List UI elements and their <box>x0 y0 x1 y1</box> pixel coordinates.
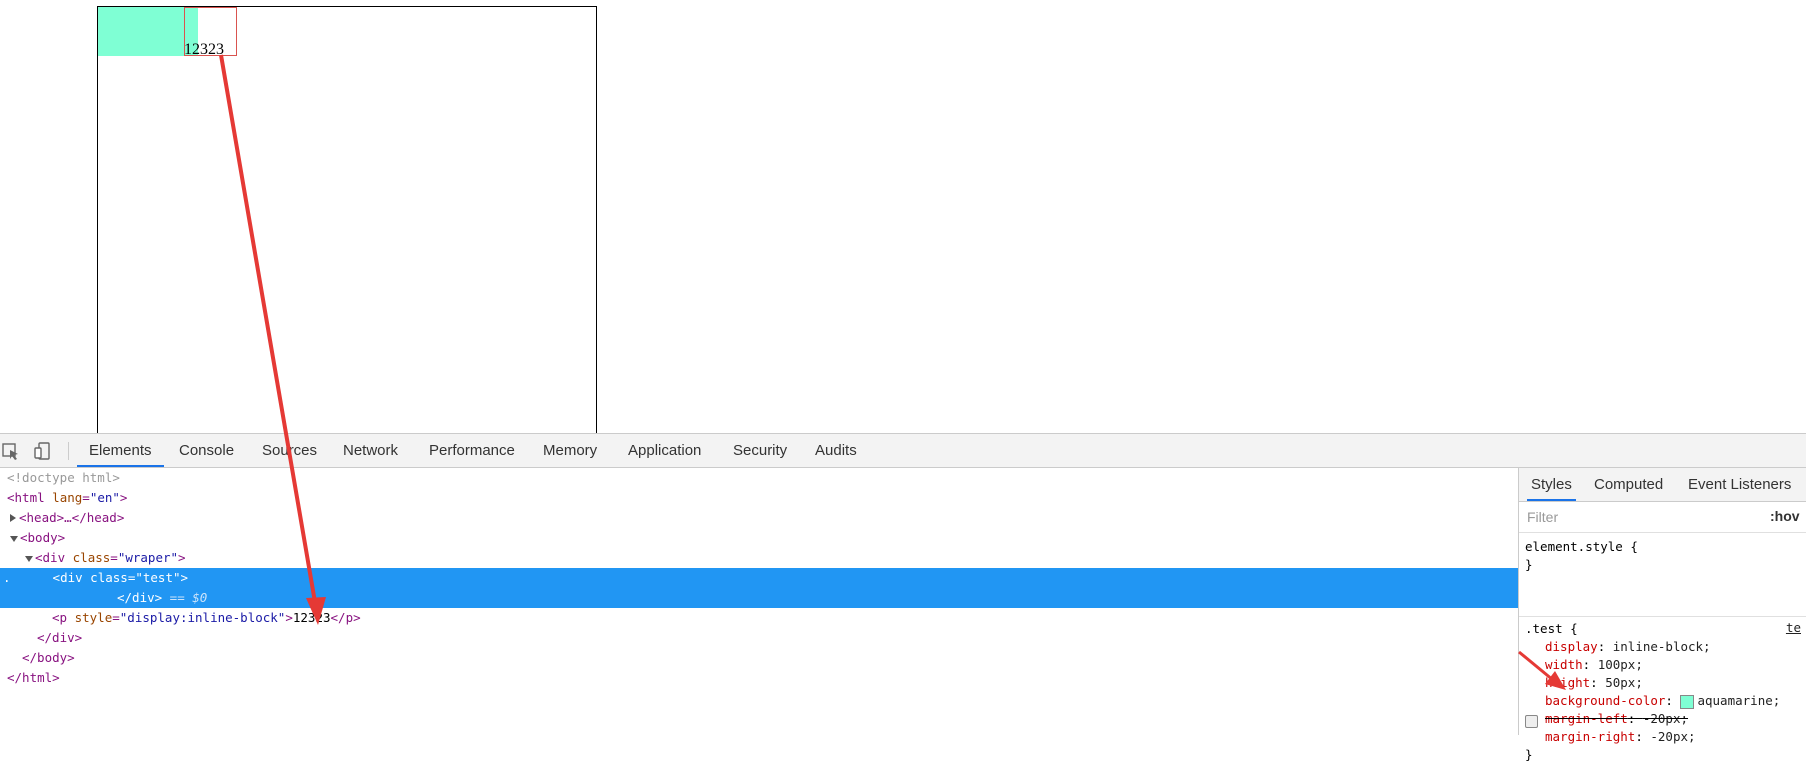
p-text: 12323 <box>184 41 224 58</box>
class-attr: class <box>72 550 111 565</box>
decl-display[interactable]: display: inline-block; <box>1545 638 1711 656</box>
tab-performance[interactable]: Performance <box>429 434 515 467</box>
collapse-triangle-icon[interactable] <box>25 556 33 562</box>
tab-event-listeners[interactable]: Event Listeners <box>1688 468 1791 501</box>
color-swatch-icon[interactable] <box>1680 694 1695 709</box>
dom-line-html-close[interactable]: </html> <box>0 668 1518 688</box>
tab-memory[interactable]: Memory <box>543 434 597 467</box>
filter-row: :hov <box>1519 502 1806 533</box>
tab-sources[interactable]: Sources <box>262 434 317 467</box>
decl-margin-left[interactable]: margin-left: -20px; <box>1545 710 1688 728</box>
expand-triangle-icon[interactable] <box>10 514 16 522</box>
styles-tabbar: Styles Computed Event Listeners <box>1519 468 1806 502</box>
body-close: </body> <box>22 650 75 665</box>
div-tag: div <box>42 550 66 565</box>
toolbar-divider <box>68 442 69 460</box>
style-attr: style <box>74 610 113 625</box>
head-collapsed: <head>…</head> <box>19 510 125 525</box>
dom-line-test-selected[interactable]: . <div class="test"> <box>0 568 1518 588</box>
element-style-selector: element.style { <box>1525 539 1638 554</box>
tab-styles[interactable]: Styles <box>1527 468 1576 501</box>
tab-network[interactable]: Network <box>343 434 398 467</box>
dollar-zero: == $0 <box>162 590 208 605</box>
test-rule-selector: .test { <box>1525 621 1578 636</box>
collapse-triangle-icon[interactable] <box>10 536 18 542</box>
decl-enable-checkbox[interactable] <box>1525 715 1538 728</box>
inspect-element-icon[interactable] <box>0 440 22 462</box>
html-tag: html <box>14 490 45 505</box>
rule-divider <box>1519 616 1806 617</box>
decl-width[interactable]: width: 100px; <box>1545 656 1643 674</box>
devtools-panel: Elements Console Sources Network Perform… <box>0 433 1806 762</box>
dom-line-body[interactable]: <body> <box>0 528 1518 548</box>
decl-background-color[interactable]: background-color: aquamarine; <box>1545 692 1780 710</box>
dom-line-doctype[interactable]: <!doctype html> <box>0 468 1518 488</box>
tab-application[interactable]: Application <box>628 434 701 467</box>
class-attr: class <box>90 570 128 585</box>
div-close: </div> <box>37 630 83 645</box>
lang-attr: lang <box>52 490 83 505</box>
lang-value: "en" <box>89 490 120 505</box>
tab-console[interactable]: Console <box>179 434 234 467</box>
html-close: </html> <box>7 670 60 685</box>
dom-line-p[interactable]: <p style="display:inline-block">12323</p… <box>0 608 1518 628</box>
dom-line-wraper-close[interactable]: </div> <box>0 628 1518 648</box>
page-viewport: 12323 <box>0 0 1806 434</box>
p-close: </p> <box>330 610 361 625</box>
p-style-value: "display:inline-block" <box>119 610 286 625</box>
tab-elements[interactable]: Elements <box>77 434 164 467</box>
hov-toggle[interactable]: :hov <box>1770 508 1800 524</box>
test-rule-close: } <box>1525 747 1533 762</box>
stylesheet-source-link[interactable]: te <box>1786 620 1801 635</box>
p-tag: p <box>59 610 68 625</box>
tab-audits[interactable]: Audits <box>815 434 857 467</box>
dom-line-html[interactable]: <html lang="en"> <box>0 488 1518 508</box>
tab-computed[interactable]: Computed <box>1594 468 1663 501</box>
dom-line-test-close[interactable]: </div> == $0 <box>0 588 1518 608</box>
body-open: <body> <box>20 530 66 545</box>
dom-line-head[interactable]: <head>…</head> <box>0 508 1518 528</box>
filter-input[interactable] <box>1523 506 1761 528</box>
styles-sidebar: Styles Computed Event Listeners :hov ele… <box>1518 468 1806 762</box>
test-div-box <box>98 7 198 56</box>
dom-line-body-close[interactable]: </body> <box>0 648 1518 668</box>
decl-height[interactable]: height: 50px; <box>1545 674 1643 692</box>
devtools-tabbar: Elements Console Sources Network Perform… <box>0 434 1806 468</box>
tab-security[interactable]: Security <box>733 434 787 467</box>
doctype-text: <!doctype html> <box>7 470 120 485</box>
div-close: </div> <box>117 590 163 605</box>
wraper-class-value: "wraper" <box>117 550 179 565</box>
p-text-node: 12323 <box>292 610 331 625</box>
dom-line-wraper[interactable]: <div class="wraper"> <box>0 548 1518 568</box>
dom-tree: <!doctype html> <html lang="en"> <head>…… <box>0 468 1518 735</box>
wraper-div-outline <box>97 6 597 434</box>
device-toolbar-icon[interactable] <box>32 440 54 462</box>
test-class-value: "test" <box>135 570 181 585</box>
element-style-close: } <box>1525 557 1533 572</box>
decl-margin-right[interactable]: margin-right: -20px; <box>1545 728 1696 746</box>
div-tag: div <box>60 570 83 585</box>
